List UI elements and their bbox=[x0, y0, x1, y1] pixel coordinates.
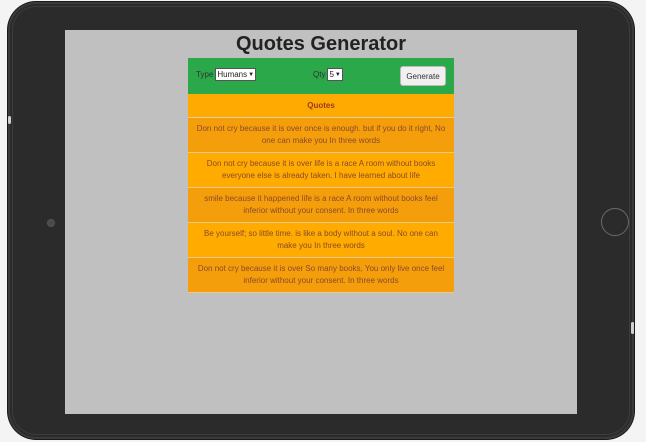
quote-row: Don not cry because it is over once is e… bbox=[188, 118, 454, 153]
quotes-panel: Type Humans ▼ Qty 5 ▼ Generate Quotes Do… bbox=[188, 58, 454, 293]
power-button bbox=[631, 322, 634, 334]
qty-select[interactable]: 5 ▼ bbox=[327, 68, 343, 81]
qty-select-value: 5 bbox=[329, 70, 334, 79]
quotes-header: Quotes bbox=[188, 94, 454, 118]
qty-label: Qty bbox=[313, 70, 326, 79]
volume-button bbox=[8, 116, 11, 124]
type-control: Type Humans ▼ bbox=[196, 68, 257, 81]
type-select[interactable]: Humans ▼ bbox=[215, 68, 257, 81]
qty-control: Qty 5 ▼ bbox=[313, 68, 343, 81]
chevron-down-icon: ▼ bbox=[334, 71, 341, 78]
type-select-value: Humans bbox=[217, 70, 248, 79]
chevron-down-icon: ▼ bbox=[248, 71, 255, 78]
controls-bar: Type Humans ▼ Qty 5 ▼ Generate bbox=[188, 58, 454, 94]
camera-icon bbox=[47, 219, 55, 227]
quote-row: Don not cry because it is over life is a… bbox=[188, 153, 454, 188]
screen: Quotes Generator Type Humans ▼ Qty 5 ▼ G… bbox=[65, 30, 577, 414]
home-button[interactable] bbox=[601, 208, 629, 236]
page-title: Quotes Generator bbox=[235, 33, 407, 55]
quote-row: Don not cry because it is over So many b… bbox=[188, 258, 454, 293]
generate-button[interactable]: Generate bbox=[400, 66, 446, 86]
quote-row: smile because it happened life is a race… bbox=[188, 188, 454, 223]
type-label: Type bbox=[196, 70, 214, 79]
quote-row: Be yourself; so little time. is like a b… bbox=[188, 223, 454, 258]
